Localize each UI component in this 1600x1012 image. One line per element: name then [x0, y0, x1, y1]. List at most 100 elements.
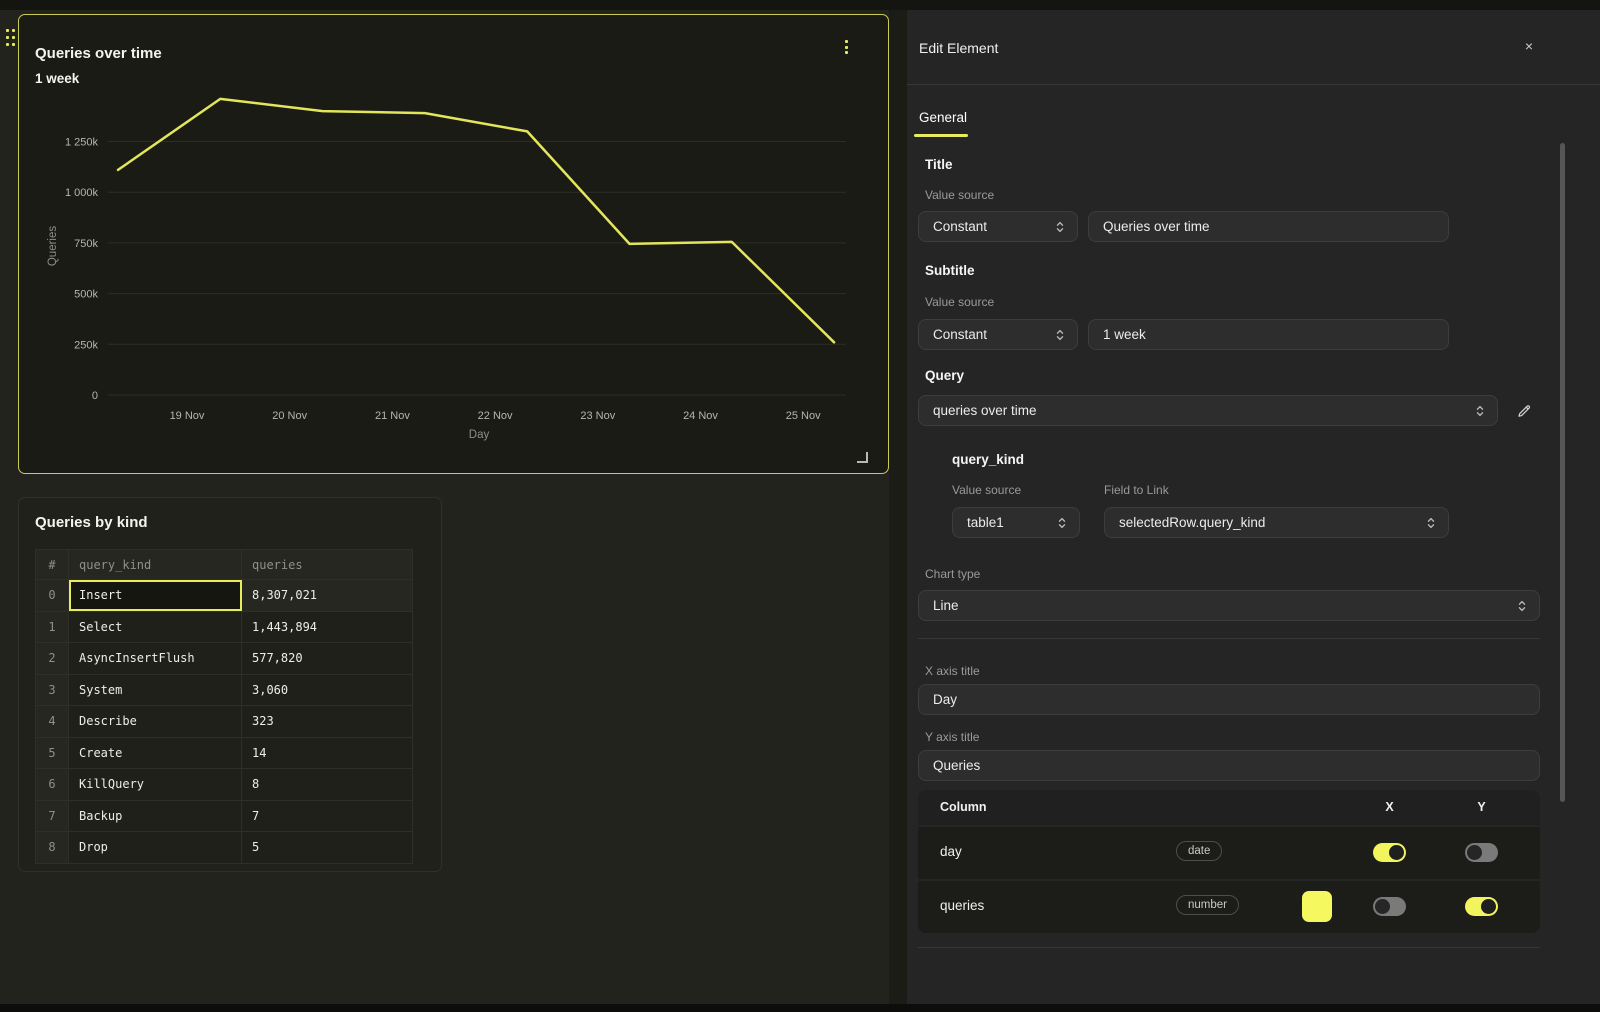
svg-text:21 Nov: 21 Nov: [375, 410, 410, 422]
table-row: 3System3,060: [36, 674, 413, 706]
title-source-select[interactable]: Constant: [918, 211, 1078, 242]
query-kind-source-select[interactable]: table1: [952, 507, 1080, 538]
column-type-badge: number: [1176, 895, 1239, 915]
table-cell[interactable]: 4: [36, 706, 69, 738]
col-header-queries: queries: [242, 550, 413, 580]
y-header-label: Y: [1465, 800, 1498, 814]
scrollbar[interactable]: [1560, 143, 1565, 802]
table-cell[interactable]: AsyncInsertFlush: [69, 643, 242, 675]
table-cell[interactable]: 8,307,021: [242, 580, 413, 612]
svg-text:1 000k: 1 000k: [65, 187, 99, 199]
table-cell[interactable]: 3: [36, 674, 69, 706]
header-divider: [907, 84, 1600, 85]
y-axis-title-input[interactable]: [918, 750, 1540, 781]
chevron-updown-icon: [1055, 220, 1065, 234]
y-axis-title-label: Y axis title: [925, 730, 979, 744]
panel-gap: [889, 10, 907, 1004]
toggle-knob: [1375, 899, 1390, 914]
table-row: 5Create14: [36, 737, 413, 769]
chevron-updown-icon: [1426, 516, 1436, 530]
chart-type-select[interactable]: Line: [918, 590, 1540, 621]
title-value-input[interactable]: [1088, 211, 1449, 242]
svg-text:23 Nov: 23 Nov: [580, 410, 615, 422]
table-header-row: # query_kind queries: [36, 550, 413, 580]
query-select[interactable]: queries over time: [918, 395, 1498, 426]
chevron-updown-icon: [1057, 516, 1067, 530]
table-cell[interactable]: 577,820: [242, 643, 413, 675]
section-divider: [918, 638, 1540, 639]
table-cell[interactable]: 1: [36, 611, 69, 643]
table-cell[interactable]: KillQuery: [69, 769, 242, 801]
y-axis-toggle[interactable]: [1465, 843, 1498, 862]
query-kind-heading: query_kind: [952, 452, 1024, 467]
x-axis-toggle[interactable]: [1373, 843, 1406, 862]
table-cell[interactable]: 5: [242, 832, 413, 864]
panel-title: Edit Element: [919, 40, 998, 56]
table-cell[interactable]: 7: [242, 800, 413, 832]
line-chart: 0250k500k750k1 000k1 250k19 Nov20 Nov21 …: [19, 15, 888, 473]
table-cell[interactable]: 8: [36, 832, 69, 864]
table-cell[interactable]: Create: [69, 737, 242, 769]
table-row: 2AsyncInsertFlush577,820: [36, 643, 413, 675]
x-axis-title-input[interactable]: [918, 684, 1540, 715]
svg-text:22 Nov: 22 Nov: [478, 410, 513, 422]
edit-element-panel: Edit Element × General Title Value sourc…: [907, 10, 1600, 1004]
field-to-link-label: Field to Link: [1104, 483, 1169, 497]
toggle-knob: [1467, 845, 1482, 860]
table-cell[interactable]: 0: [36, 580, 69, 612]
subtitle-source-select[interactable]: Constant: [918, 319, 1078, 350]
title-section-heading: Title: [925, 157, 953, 172]
close-icon[interactable]: ×: [1519, 36, 1539, 56]
table-cell[interactable]: Insert: [69, 580, 242, 612]
table-cell[interactable]: 5: [36, 737, 69, 769]
resize-handle[interactable]: [857, 452, 868, 463]
chart-subtitle: 1 week: [35, 71, 79, 86]
color-swatch[interactable]: [1302, 891, 1332, 922]
table-cell[interactable]: 323: [242, 706, 413, 738]
column-header-label: Column: [940, 800, 987, 814]
svg-text:0: 0: [92, 390, 98, 402]
table-cell[interactable]: 14: [242, 737, 413, 769]
table-cell[interactable]: 1,443,894: [242, 611, 413, 643]
table-row: 1Select1,443,894: [36, 611, 413, 643]
chevron-updown-icon: [1475, 404, 1485, 418]
table-cell[interactable]: Describe: [69, 706, 242, 738]
svg-text:1 250k: 1 250k: [65, 137, 99, 149]
table-cell[interactable]: Backup: [69, 800, 242, 832]
subtitle-value-source-label: Value source: [925, 295, 994, 309]
table-cell[interactable]: 3,060: [242, 674, 413, 706]
edit-query-button[interactable]: [1512, 399, 1536, 423]
drag-handle-icon[interactable]: [6, 29, 16, 46]
x-axis-toggle[interactable]: [1373, 897, 1406, 916]
queries-table-body: 0Insert8,307,0211Select1,443,8942AsyncIn…: [36, 580, 413, 864]
tab-general[interactable]: General: [919, 110, 967, 125]
column-name: day: [940, 844, 962, 859]
col-header-query-kind: query_kind: [69, 550, 242, 580]
table-row: 4Describe323: [36, 706, 413, 738]
table-cell[interactable]: Drop: [69, 832, 242, 864]
table-cell[interactable]: System: [69, 674, 242, 706]
title-value-source-label: Value source: [925, 188, 994, 202]
chart-type-label: Chart type: [925, 567, 980, 581]
table-cell[interactable]: 7: [36, 800, 69, 832]
svg-text:250k: 250k: [74, 339, 98, 351]
table-cell[interactable]: 2: [36, 643, 69, 675]
tab-active-underline: [914, 134, 968, 137]
table-row: 8Drop5: [36, 832, 413, 864]
columns-config-table: Column X Y daydatequeriesnumber: [918, 790, 1540, 933]
kebab-menu-icon[interactable]: [842, 40, 850, 56]
y-axis-toggle[interactable]: [1465, 897, 1498, 916]
table-cell[interactable]: 8: [242, 769, 413, 801]
chart-panel[interactable]: 0250k500k750k1 000k1 250k19 Nov20 Nov21 …: [18, 14, 889, 474]
table-row: 7Backup7: [36, 800, 413, 832]
svg-text:750k: 750k: [74, 238, 98, 250]
columns-config-header: Column X Y: [918, 790, 1540, 825]
chevron-updown-icon: [1517, 599, 1527, 613]
table-cell[interactable]: 6: [36, 769, 69, 801]
section-divider: [918, 947, 1540, 948]
columns-config-rows: daydatequeriesnumber: [918, 827, 1540, 933]
queries-by-kind-table: # query_kind queries 0Insert8,307,0211Se…: [35, 549, 413, 864]
subtitle-value-input[interactable]: [1088, 319, 1449, 350]
table-cell[interactable]: Select: [69, 611, 242, 643]
field-to-link-select[interactable]: selectedRow.query_kind: [1104, 507, 1449, 538]
